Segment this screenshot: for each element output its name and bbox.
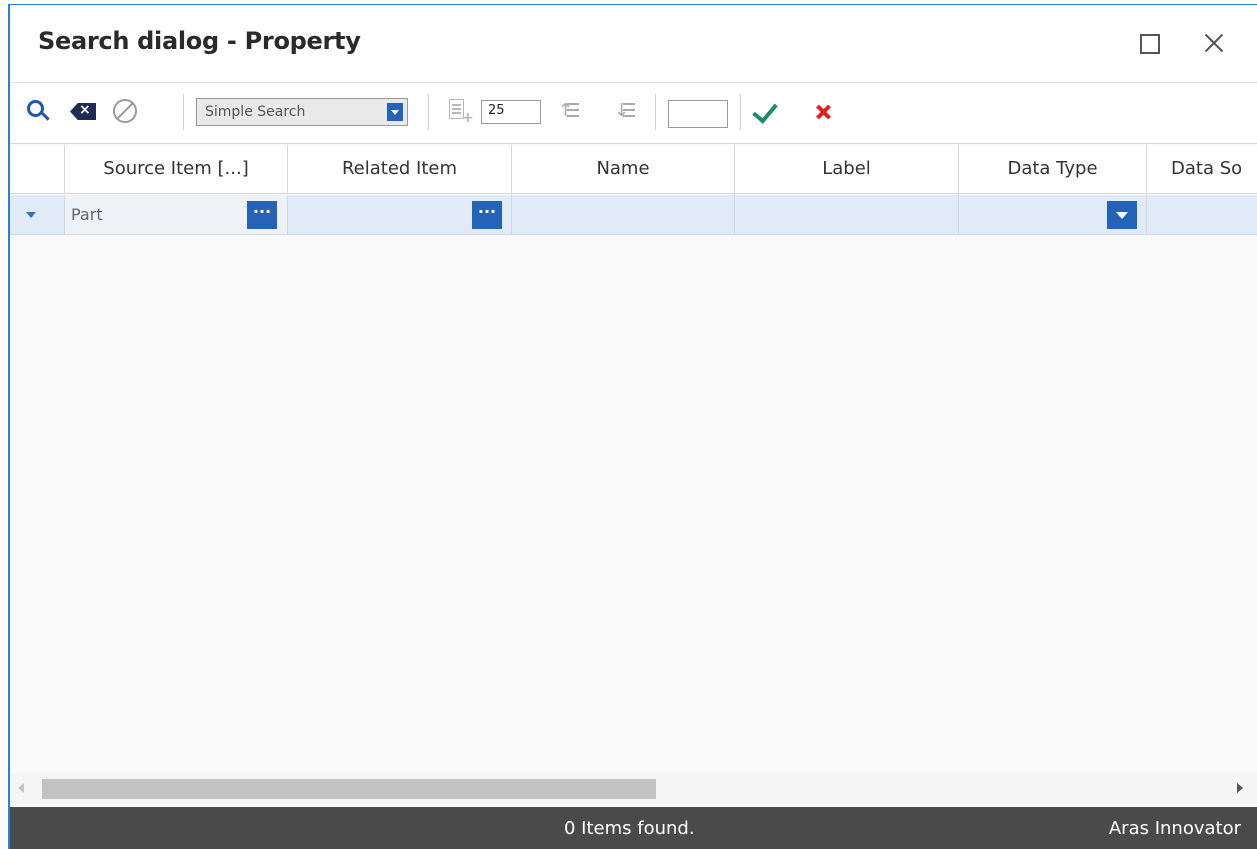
name-criteria-cell[interactable] — [512, 195, 735, 234]
page-size-icon: + — [446, 96, 474, 126]
cancel-x-icon[interactable] — [810, 96, 838, 126]
search-toolbar: × Simple Search + 25 ↑ ↓ — [10, 84, 1257, 144]
close-button[interactable] — [1197, 27, 1231, 61]
search-dialog: Search dialog - Property × Simple Search… — [8, 4, 1257, 849]
sort-descending-icon[interactable]: ↓ — [612, 96, 638, 126]
column-header-source-item[interactable]: Source Item [...] — [65, 145, 288, 193]
scroll-right-icon[interactable] — [1237, 783, 1243, 793]
grid-header: Source Item [...] Related Item Name Labe… — [10, 145, 1257, 194]
horizontal-scrollbar[interactable] — [10, 773, 1257, 805]
page-size-input[interactable]: 25 — [481, 100, 541, 124]
search-mode-select[interactable]: Simple Search — [196, 98, 408, 126]
dialog-title: Search dialog - Property — [38, 27, 361, 55]
dialog-titlebar: Search dialog - Property — [10, 5, 1257, 83]
column-header-data-source[interactable]: Data So — [1147, 145, 1257, 193]
column-header-data-type[interactable]: Data Type — [959, 145, 1147, 193]
search-mode-value: Simple Search — [205, 104, 306, 120]
sort-ascending-icon[interactable]: ↑ — [556, 96, 582, 126]
row-marker-icon — [10, 195, 65, 234]
row-header-cell — [10, 145, 65, 193]
clear-criteria-icon[interactable]: × — [66, 96, 100, 126]
chevron-down-icon[interactable] — [1107, 201, 1137, 229]
column-header-label[interactable]: Label — [735, 145, 959, 193]
label-criteria-cell[interactable] — [735, 195, 959, 234]
items-found-text: 0 Items found. — [564, 818, 695, 839]
toolbar-separator — [740, 94, 741, 130]
related-item-criteria-cell[interactable]: ··· — [288, 195, 512, 234]
ellipsis-icon[interactable]: ··· — [472, 201, 502, 229]
status-bar: 0 Items found. Aras Innovator — [10, 807, 1257, 849]
toolbar-separator — [183, 94, 184, 130]
page-number-input[interactable] — [668, 100, 728, 128]
column-header-name[interactable]: Name — [512, 145, 735, 193]
toolbar-separator — [655, 94, 656, 130]
search-icon[interactable] — [24, 96, 52, 126]
source-item-criteria-cell[interactable]: Part ··· — [65, 195, 288, 234]
toolbar-separator — [428, 94, 429, 130]
scrollbar-thumb[interactable] — [42, 779, 656, 799]
checkmark-icon[interactable] — [752, 96, 782, 126]
scroll-left-icon[interactable] — [18, 783, 24, 793]
column-header-related-item[interactable]: Related Item — [288, 145, 512, 193]
stop-search-icon[interactable] — [110, 96, 140, 126]
brand-text: Aras Innovator — [1108, 818, 1241, 839]
chevron-down-icon — [387, 103, 403, 121]
ellipsis-icon[interactable]: ··· — [247, 201, 277, 229]
search-criteria-row: Part ··· ··· — [10, 195, 1257, 235]
maximize-button[interactable] — [1134, 27, 1168, 61]
data-source-criteria-cell[interactable] — [1147, 195, 1257, 234]
data-type-criteria-cell[interactable] — [959, 195, 1147, 234]
maximize-icon — [1140, 34, 1160, 54]
